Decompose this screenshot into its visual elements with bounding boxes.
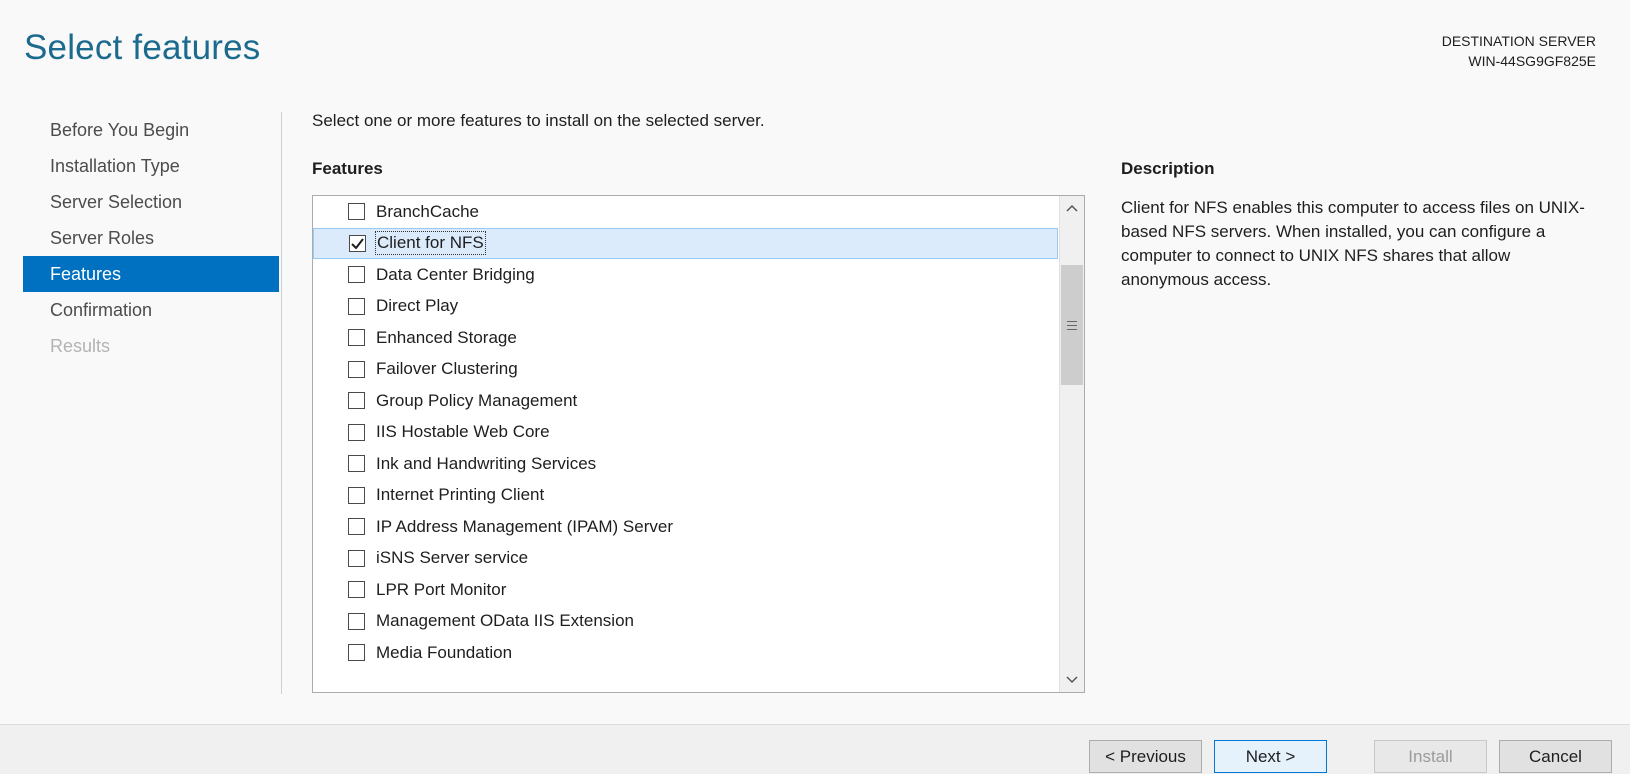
checkmark-icon xyxy=(351,238,364,249)
feature-checkbox[interactable] xyxy=(349,234,366,252)
page-title: Select features xyxy=(24,28,261,67)
feature-checkbox[interactable] xyxy=(348,518,365,536)
feature-row[interactable]: BranchCache xyxy=(313,196,1058,228)
feature-label: LPR Port Monitor xyxy=(376,579,507,599)
feature-checkbox[interactable] xyxy=(348,392,365,410)
feature-checkbox[interactable] xyxy=(348,266,365,284)
nav-item-server-roles[interactable]: Server Roles xyxy=(23,220,279,256)
feature-label: Group Policy Management xyxy=(376,390,578,410)
feature-row[interactable]: Data Center Bridging xyxy=(313,259,1058,291)
features-list: BranchCache Client for NFS Data Center Bri… xyxy=(313,196,1058,692)
feature-label: Ink and Handwriting Services xyxy=(376,453,597,473)
description-heading: Description xyxy=(1121,159,1215,178)
feature-checkbox[interactable] xyxy=(348,297,365,315)
features-scrollbar[interactable] xyxy=(1059,196,1084,692)
feature-label: Client for NFS xyxy=(375,231,486,256)
feature-label: Failover Clustering xyxy=(376,359,518,379)
feature-row[interactable]: Failover Clustering xyxy=(313,354,1058,386)
feature-label: Media Foundation xyxy=(376,642,513,662)
feature-label: BranchCache xyxy=(376,201,480,221)
feature-label: Direct Play xyxy=(376,296,459,316)
features-list-box: BranchCache Client for NFS Data Center Bri… xyxy=(312,195,1085,693)
feature-label: Internet Printing Client xyxy=(376,485,545,505)
destination-server-info: DESTINATION SERVER WIN-44SG9GF825E xyxy=(1442,31,1596,71)
feature-label: Enhanced Storage xyxy=(376,327,517,347)
feature-label: Data Center Bridging xyxy=(376,264,535,284)
nav-item-server-selection[interactable]: Server Selection xyxy=(23,184,279,220)
chevron-up-icon[interactable] xyxy=(1060,196,1084,220)
feature-row[interactable]: Internet Printing Client xyxy=(313,480,1058,512)
feature-row[interactable]: Enhanced Storage xyxy=(313,322,1058,354)
feature-checkbox[interactable] xyxy=(348,423,365,441)
feature-checkbox[interactable] xyxy=(348,203,365,221)
feature-checkbox[interactable] xyxy=(348,455,365,473)
nav-item-confirmation[interactable]: Confirmation xyxy=(23,292,279,328)
feature-checkbox[interactable] xyxy=(348,486,365,504)
grip-icon xyxy=(1067,320,1077,330)
description-text: Client for NFS enables this computer to … xyxy=(1121,198,1585,289)
feature-row[interactable]: Group Policy Management xyxy=(313,385,1058,417)
destination-server-name: WIN-44SG9GF825E xyxy=(1468,53,1596,69)
feature-row[interactable]: Media Foundation xyxy=(313,637,1058,669)
next-button[interactable]: Next > xyxy=(1214,740,1327,773)
cancel-button[interactable]: Cancel xyxy=(1499,740,1612,773)
feature-row[interactable]: IP Address Management (IPAM) Server xyxy=(313,511,1058,543)
feature-checkbox[interactable] xyxy=(348,612,365,630)
scrollbar-thumb[interactable] xyxy=(1061,265,1083,385)
feature-checkbox[interactable] xyxy=(348,549,365,567)
feature-label: IIS Hostable Web Core xyxy=(376,422,550,442)
nav-divider xyxy=(281,112,282,694)
feature-row[interactable]: Ink and Handwriting Services xyxy=(313,448,1058,480)
feature-label: iSNS Server service xyxy=(376,548,529,568)
instruction-text: Select one or more features to install o… xyxy=(312,111,765,130)
feature-row[interactable]: Client for NFS xyxy=(313,227,1058,259)
feature-row[interactable]: Management OData IIS Extension xyxy=(313,606,1058,638)
feature-checkbox[interactable] xyxy=(348,329,365,347)
feature-checkbox[interactable] xyxy=(348,360,365,378)
feature-checkbox[interactable] xyxy=(348,644,365,662)
feature-row[interactable]: IIS Hostable Web Core xyxy=(313,417,1058,449)
nav-item-features[interactable]: Features xyxy=(23,256,279,292)
feature-row[interactable]: iSNS Server service xyxy=(313,543,1058,575)
feature-row[interactable]: Direct Play xyxy=(313,291,1058,323)
previous-button[interactable]: < Previous xyxy=(1089,740,1202,773)
destination-server-label: DESTINATION SERVER xyxy=(1441,33,1596,49)
nav-item-installation-type[interactable]: Installation Type xyxy=(23,148,279,184)
feature-checkbox[interactable] xyxy=(348,581,365,599)
nav-item-before-you-begin[interactable]: Before You Begin xyxy=(23,112,279,148)
chevron-down-icon[interactable] xyxy=(1060,668,1084,692)
feature-label: Management OData IIS Extension xyxy=(376,611,634,631)
nav-item-results: Results xyxy=(50,336,111,356)
features-heading: Features xyxy=(312,159,383,178)
wizard-nav: Before You Begin Installation Type Serve… xyxy=(23,112,279,364)
feature-row[interactable]: LPR Port Monitor xyxy=(313,574,1058,606)
install-button: Install xyxy=(1374,740,1487,773)
feature-label: IP Address Management (IPAM) Server xyxy=(376,516,673,536)
